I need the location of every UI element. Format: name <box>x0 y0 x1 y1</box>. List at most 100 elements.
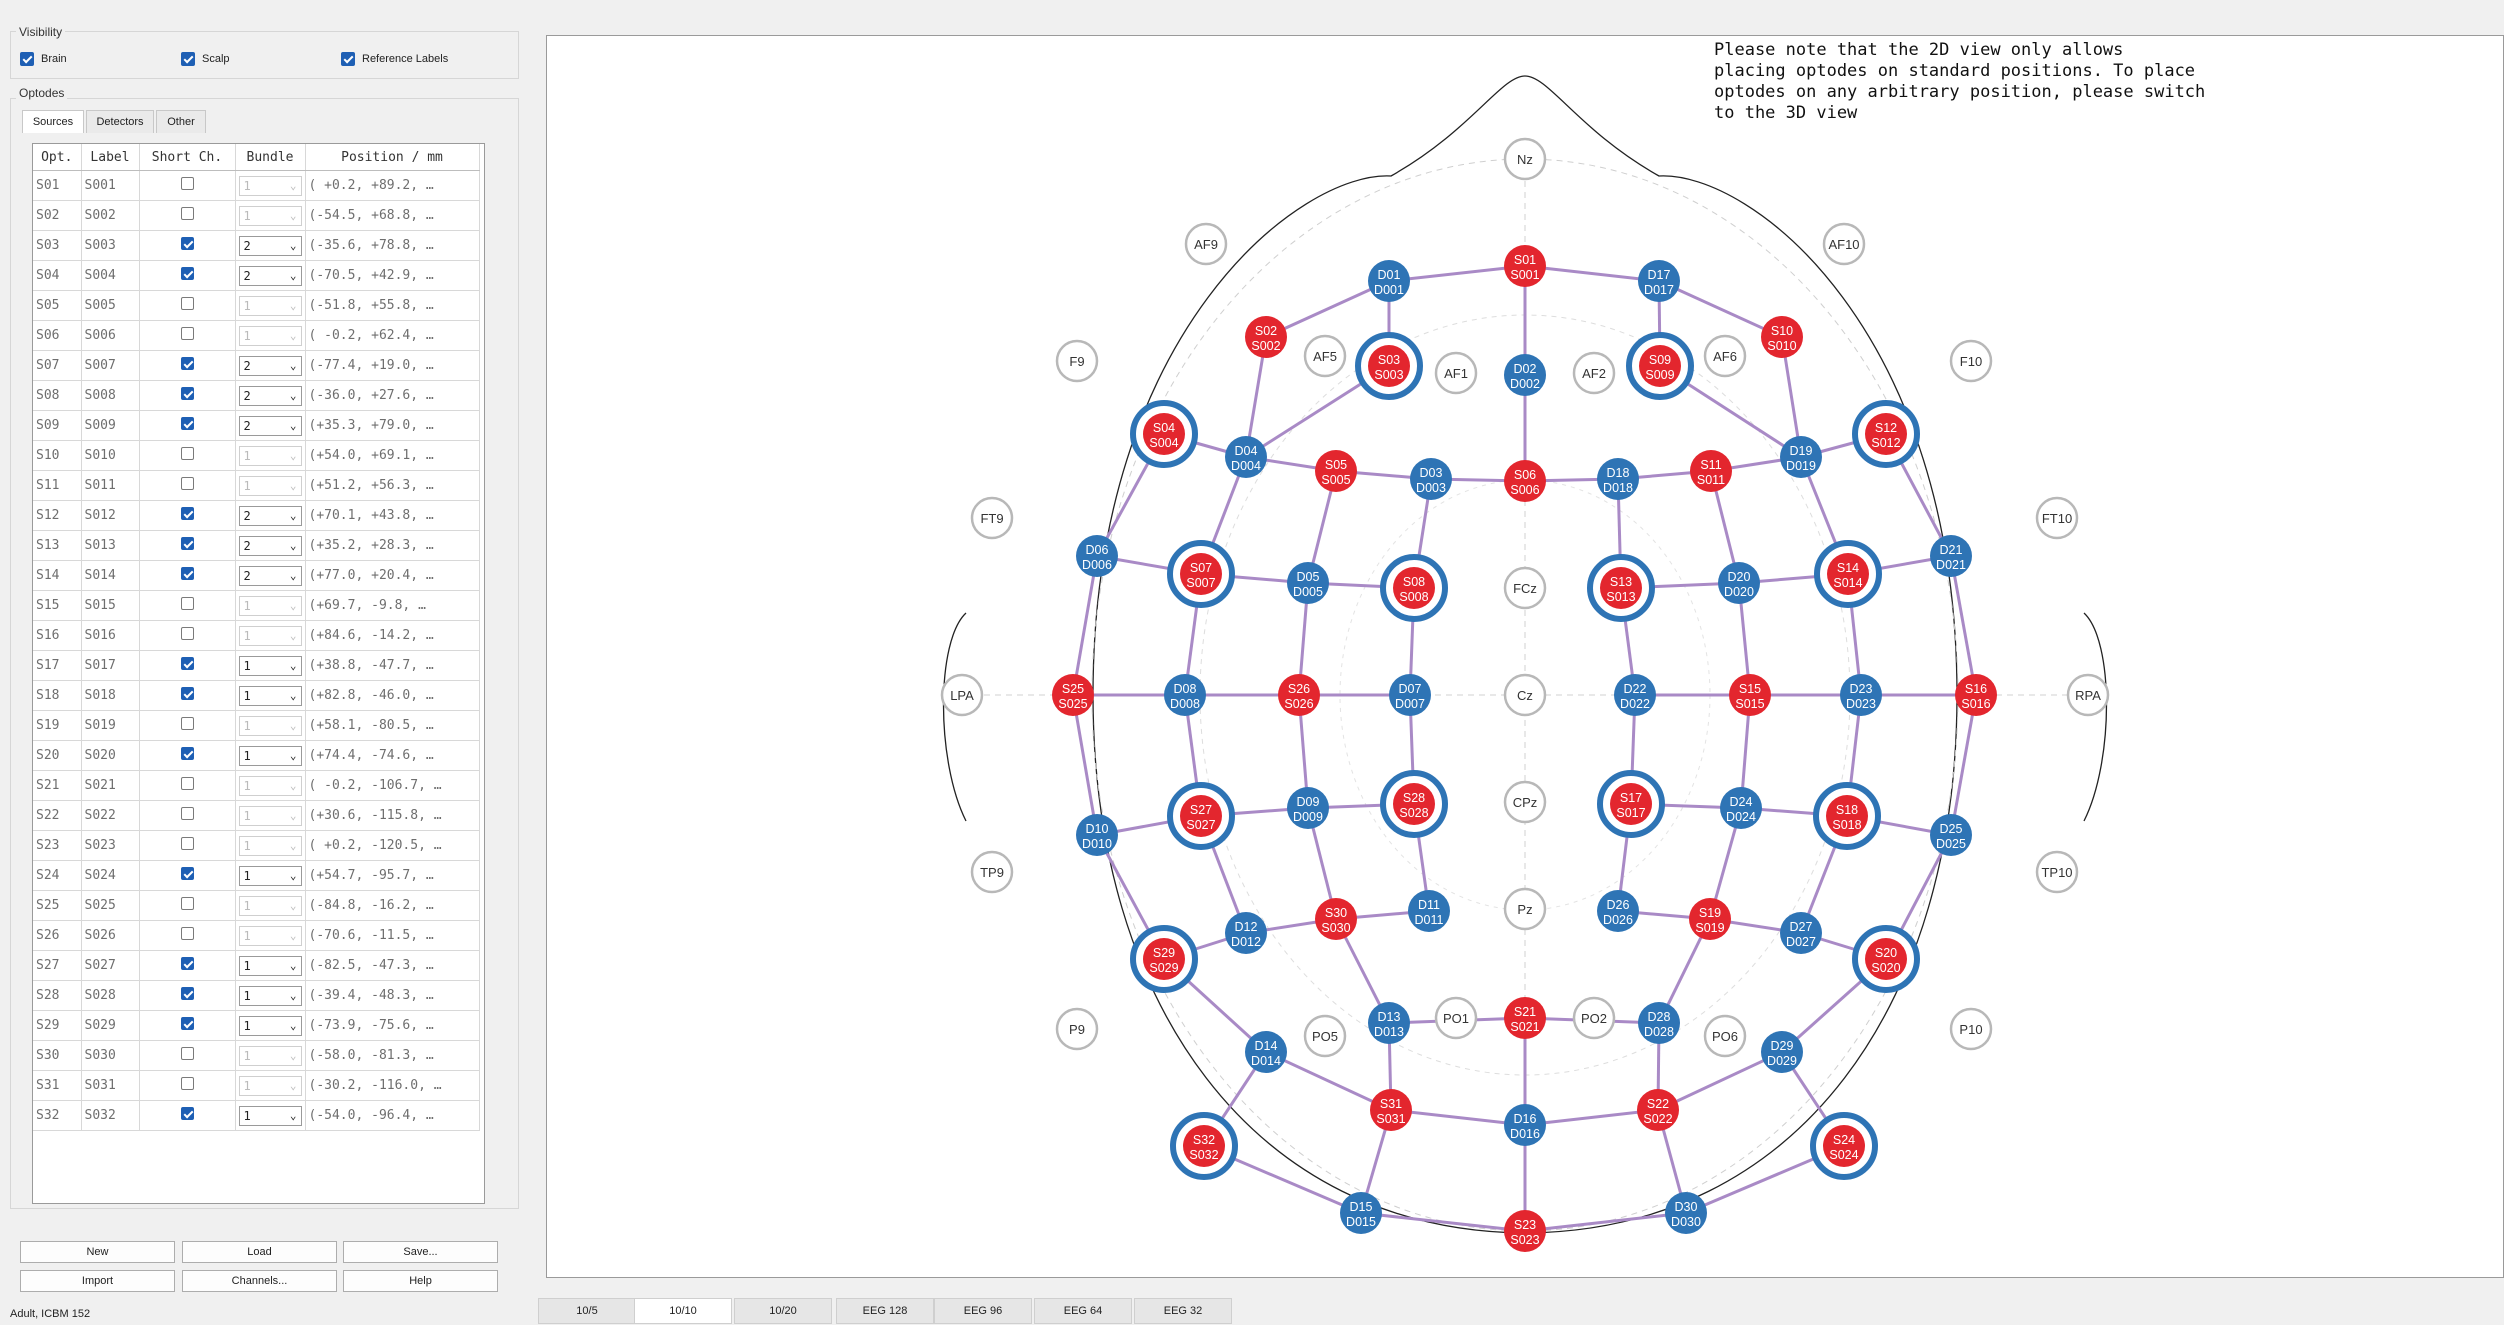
bundle-select[interactable]: 1 ⌄ <box>238 295 302 316</box>
cell-opt[interactable]: S12 <box>33 500 82 531</box>
cell-bundle[interactable]: 1 ⌄ <box>235 710 306 741</box>
cell-opt[interactable]: S10 <box>33 440 82 471</box>
bundle-select[interactable]: 2 ⌄ <box>238 415 302 436</box>
table-row[interactable]: S13 S013 2 ⌄ (+35.2, +28.3, … <box>33 530 480 561</box>
cell-position[interactable]: (+35.3, +79.0, … <box>305 410 480 441</box>
reference-labels-checkbox[interactable]: Reference Labels <box>341 52 448 66</box>
save-button[interactable]: Save... <box>343 1241 498 1263</box>
header-label[interactable]: Label <box>81 144 140 171</box>
tab-sources[interactable]: Sources <box>22 110 84 133</box>
header-opt[interactable]: Opt. <box>33 144 82 171</box>
short-channel-checkbox[interactable] <box>180 1017 194 1030</box>
cell-short[interactable] <box>139 1040 236 1071</box>
table-row[interactable]: S15 S015 1 ⌄ (+69.7, -9.8, … <box>33 590 480 621</box>
table-row[interactable]: S03 S003 2 ⌄ (-35.6, +78.8, … <box>33 230 480 261</box>
cell-label[interactable]: S009 <box>81 410 140 441</box>
cell-short[interactable] <box>139 1100 236 1131</box>
tab-detectors[interactable]: Detectors <box>86 110 154 133</box>
cell-bundle[interactable]: 2 ⌄ <box>235 380 306 411</box>
cell-opt[interactable]: S22 <box>33 800 82 831</box>
cell-bundle[interactable]: 1 ⌄ <box>235 620 306 651</box>
cell-label[interactable]: S003 <box>81 230 140 261</box>
cell-bundle[interactable]: 2 ⌄ <box>235 410 306 441</box>
table-row[interactable]: S10 S010 1 ⌄ (+54.0, +69.1, … <box>33 440 480 471</box>
cell-position[interactable]: (-77.4, +19.0, … <box>305 350 480 381</box>
cell-bundle[interactable]: 1 ⌄ <box>235 1040 306 1071</box>
cell-label[interactable]: S027 <box>81 950 140 981</box>
cell-short[interactable] <box>139 350 236 381</box>
cell-position[interactable]: (+51.2, +56.3, … <box>305 470 480 501</box>
cell-position[interactable]: ( -0.2, +62.4, … <box>305 320 480 351</box>
cell-short[interactable] <box>139 380 236 411</box>
cell-bundle[interactable]: 1 ⌄ <box>235 950 306 981</box>
short-channel-checkbox[interactable] <box>180 717 194 730</box>
import-button[interactable]: Import <box>20 1270 175 1292</box>
cell-position[interactable]: ( +0.2, -120.5, … <box>305 830 480 861</box>
table-row[interactable]: S19 S019 1 ⌄ (+58.1, -80.5, … <box>33 710 480 741</box>
bundle-select[interactable]: 1 ⌄ <box>238 1105 302 1126</box>
montage-2d-view[interactable]: Nz AF9 AF10 F9 F10 AF5 AF1 AF2 AF6 FT9 FT10 LPA RPA F… <box>546 35 2504 1278</box>
table-row[interactable]: S29 S029 1 ⌄ (-73.9, -75.6, … <box>33 1010 480 1041</box>
cell-opt[interactable]: S23 <box>33 830 82 861</box>
cell-opt[interactable]: S07 <box>33 350 82 381</box>
short-channel-checkbox[interactable] <box>180 1107 194 1120</box>
cell-position[interactable]: (+74.4, -74.6, … <box>305 740 480 771</box>
cell-short[interactable] <box>139 500 236 531</box>
cell-short[interactable] <box>139 800 236 831</box>
cell-label[interactable]: S024 <box>81 860 140 891</box>
short-channel-checkbox[interactable] <box>180 807 194 820</box>
tab-other[interactable]: Other <box>156 110 206 133</box>
reference-check-icon[interactable] <box>341 52 355 66</box>
table-row[interactable]: S09 S009 2 ⌄ (+35.3, +79.0, … <box>33 410 480 441</box>
cell-bundle[interactable]: 1 ⌄ <box>235 860 306 891</box>
brain-checkbox[interactable]: Brain <box>20 52 67 66</box>
table-row[interactable]: S27 S027 1 ⌄ (-82.5, -47.3, … <box>33 950 480 981</box>
cell-label[interactable]: S018 <box>81 680 140 711</box>
cell-label[interactable]: S011 <box>81 470 140 501</box>
cell-opt[interactable]: S32 <box>33 1100 82 1131</box>
bundle-select[interactable]: 1 ⌄ <box>238 1015 302 1036</box>
cell-opt[interactable]: S20 <box>33 740 82 771</box>
short-channel-checkbox[interactable] <box>180 657 194 670</box>
table-row[interactable]: S08 S008 2 ⌄ (-36.0, +27.6, … <box>33 380 480 411</box>
bundle-select[interactable]: 1 ⌄ <box>238 925 302 946</box>
table-row[interactable]: S32 S032 1 ⌄ (-54.0, -96.4, … <box>33 1100 480 1131</box>
bundle-select[interactable]: 1 ⌄ <box>238 325 302 346</box>
cell-label[interactable]: S023 <box>81 830 140 861</box>
cell-opt[interactable]: S31 <box>33 1070 82 1101</box>
cell-bundle[interactable]: 2 ⌄ <box>235 230 306 261</box>
cell-opt[interactable]: S01 <box>33 170 82 201</box>
cell-opt[interactable]: S09 <box>33 410 82 441</box>
cell-position[interactable]: (+54.7, -95.7, … <box>305 860 480 891</box>
table-row[interactable]: S06 S006 1 ⌄( -0.2, +62.4, … <box>33 320 480 351</box>
cell-bundle[interactable]: 2 ⌄ <box>235 530 306 561</box>
cell-bundle[interactable]: 1 ⌄ <box>235 290 306 321</box>
cell-position[interactable]: (+69.7, -9.8, … <box>305 590 480 621</box>
cell-position[interactable]: (-36.0, +27.6, … <box>305 380 480 411</box>
cell-short[interactable] <box>139 950 236 981</box>
short-channel-checkbox[interactable] <box>180 897 194 910</box>
cell-opt[interactable]: S30 <box>33 1040 82 1071</box>
cell-label[interactable]: S012 <box>81 500 140 531</box>
table-row[interactable]: S30 S030 1 ⌄ (-58.0, -81.3, … <box>33 1040 480 1071</box>
cell-bundle[interactable]: 1 ⌄ <box>235 650 306 681</box>
bundle-select[interactable]: 1 ⌄ <box>238 715 302 736</box>
cell-label[interactable]: S013 <box>81 530 140 561</box>
cell-opt[interactable]: S18 <box>33 680 82 711</box>
cell-position[interactable]: (+77.0, +20.4, … <box>305 560 480 591</box>
cell-short[interactable] <box>139 320 236 351</box>
bundle-select[interactable]: 1 ⌄ <box>238 475 302 496</box>
cell-short[interactable] <box>139 470 236 501</box>
cell-opt[interactable]: S21 <box>33 770 82 801</box>
cell-opt[interactable]: S04 <box>33 260 82 291</box>
short-channel-checkbox[interactable] <box>180 177 194 190</box>
cell-bundle[interactable]: 2 ⌄ <box>235 260 306 291</box>
short-channel-checkbox[interactable] <box>180 297 194 310</box>
table-row[interactable]: S26 S026 1 ⌄ (-70.6, -11.5, … <box>33 920 480 951</box>
cell-bundle[interactable]: 1 ⌄ <box>235 320 306 351</box>
short-channel-checkbox[interactable] <box>180 867 194 880</box>
cell-short[interactable] <box>139 890 236 921</box>
cell-bundle[interactable]: 1 ⌄ <box>235 740 306 771</box>
help-button[interactable]: Help <box>343 1270 498 1292</box>
bundle-select[interactable]: 1 ⌄ <box>238 745 302 766</box>
